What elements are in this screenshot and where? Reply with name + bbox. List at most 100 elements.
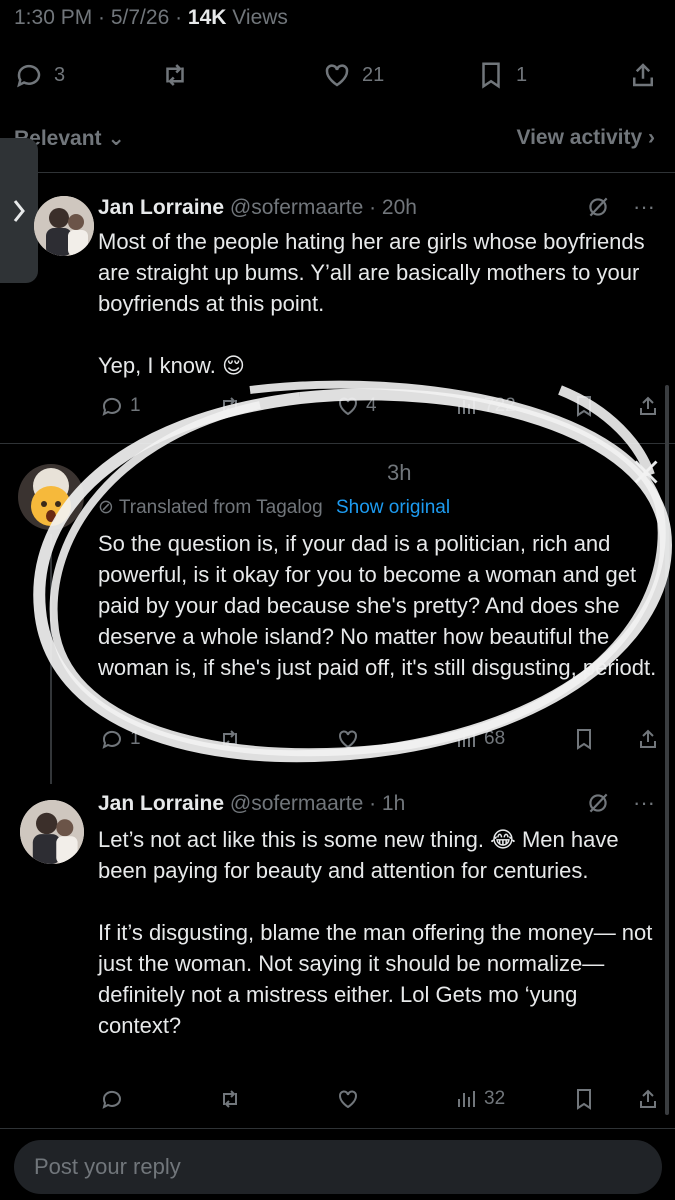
tweet-header: Jan Lorraine @sofermaarte · 20h [98, 196, 417, 220]
reply-count: 1 [130, 395, 141, 416]
grok-icon[interactable] [585, 790, 611, 816]
views-button[interactable]: 68 [454, 727, 505, 751]
retweet-button[interactable] [160, 60, 200, 90]
tweet-action-row: 32 [100, 1087, 665, 1117]
views-button[interactable]: 32 [454, 1087, 505, 1111]
like-button[interactable]: 4 [336, 394, 377, 418]
bookmark-icon [482, 62, 500, 89]
tweet-paragraph: Let’s not act like this is some new thin… [98, 827, 619, 883]
reply-input[interactable]: Post your reply [14, 1140, 662, 1194]
avatar-photo-icon [20, 800, 84, 864]
tweet-tools: ··· [585, 790, 655, 816]
views-chart-icon [458, 1091, 475, 1107]
like-count: 4 [366, 395, 377, 416]
more-options-icon[interactable]: ··· [633, 194, 655, 220]
reply-button[interactable]: 3 [14, 60, 65, 90]
tweet-time: · 20h [369, 196, 417, 219]
views-button[interactable]: 722 [454, 394, 516, 418]
tweet-action-row: 1 68 [100, 727, 665, 757]
bookmark-count: 1 [516, 63, 528, 86]
handle[interactable]: @sofermaarte [230, 196, 363, 219]
more-options-icon[interactable]: ··· [633, 790, 655, 816]
retweet-button[interactable] [218, 1087, 242, 1111]
bookmark-icon [577, 1089, 591, 1110]
share-icon [633, 63, 653, 87]
retweet-icon [166, 64, 184, 86]
reply-count: 3 [54, 63, 66, 86]
reply-icon [102, 1090, 121, 1109]
view-activity-label: View activity [516, 126, 643, 149]
translated-label: Translated from Tagalog [118, 497, 323, 518]
display-name[interactable]: Jan Lorraine [98, 196, 224, 219]
mind-blown-emoji-icon [31, 468, 71, 526]
like-button[interactable]: 21 [322, 60, 384, 90]
reply-placeholder: Post your reply [34, 1154, 181, 1179]
retweet-button[interactable] [218, 394, 242, 418]
bookmark-icon [577, 729, 591, 750]
like-button[interactable] [336, 1087, 360, 1111]
handle[interactable]: @sofermaarte [230, 792, 363, 815]
views-count: 32 [484, 1088, 506, 1109]
bookmark-button[interactable]: 1 [476, 60, 527, 90]
avatar[interactable] [34, 196, 94, 256]
chevron-down-icon: ⌄ [107, 127, 125, 150]
retweet-button[interactable] [218, 727, 242, 751]
views-count: 68 [484, 728, 506, 749]
share-button[interactable] [636, 1087, 660, 1111]
bookmark-icon [577, 396, 591, 417]
avatar[interactable] [18, 464, 84, 530]
reply-icon [102, 730, 121, 749]
heart-icon [339, 1090, 357, 1109]
share-icon [640, 729, 656, 748]
avatar[interactable] [20, 800, 84, 864]
bookmark-button[interactable] [572, 727, 596, 751]
share-button[interactable] [636, 394, 660, 418]
views-count: 14K [187, 6, 227, 29]
divider [0, 172, 675, 173]
display-name[interactable]: Jan Lorraine [98, 792, 224, 815]
bookmark-button[interactable] [572, 394, 596, 418]
retweet-icon [223, 730, 237, 748]
tweet-text: Let’s not act like this is some new thin… [98, 824, 658, 1041]
tweet-paragraph: So the question is, if your dad is a pol… [98, 531, 657, 680]
views-label: Views [226, 6, 288, 29]
tweet-time: 3h [387, 460, 412, 485]
x-logo-icon [634, 460, 658, 484]
reply-button[interactable]: 1 [100, 394, 141, 418]
view-activity-link[interactable]: View activity › [516, 126, 655, 150]
bookmark-button[interactable] [572, 1087, 596, 1111]
tweet-paragraph: Most of the people hating her are girls … [98, 229, 645, 316]
retweet-icon [223, 397, 237, 415]
heart-icon [339, 730, 357, 749]
scrollbar[interactable] [665, 385, 669, 1115]
grok-icon[interactable] [585, 194, 611, 220]
tweet-paragraph: Yep, I know. 😌 [98, 353, 245, 378]
views-chart-icon [458, 731, 475, 747]
chevron-right-icon [13, 199, 25, 222]
tweet-text: So the question is, if your dad is a pol… [98, 528, 658, 683]
translation-notice: ⊘ Translated from Tagalog Show original [98, 496, 450, 519]
views-count: 722 [484, 395, 516, 416]
like-count: 21 [362, 63, 385, 86]
reply-button[interactable]: 1 [100, 727, 141, 751]
share-button[interactable] [628, 60, 658, 90]
divider [0, 443, 675, 444]
share-icon [640, 396, 656, 415]
chevron-right-icon: › [648, 126, 655, 149]
reply-icon [102, 397, 121, 416]
tweet-time: · 1h [369, 792, 406, 815]
share-button[interactable] [636, 727, 660, 751]
translate-icon: ⊘ [98, 497, 114, 518]
tweet-header: Jan Lorraine @sofermaarte · 1h [98, 792, 405, 816]
tweet-paragraph: If it’s disgusting, blame the man offeri… [98, 920, 653, 1038]
tweet-action-row: 1 4 722 [100, 394, 665, 424]
side-panel-handle[interactable] [0, 138, 38, 283]
views-chart-icon [458, 398, 475, 414]
post-action-bar: 3 21 1 [0, 58, 675, 98]
like-button[interactable] [336, 727, 360, 751]
retweet-icon [223, 1090, 237, 1108]
reply-button[interactable] [100, 1087, 124, 1111]
show-original-link[interactable]: Show original [336, 497, 450, 518]
thread-line [50, 534, 52, 784]
reply-icon [17, 64, 41, 88]
